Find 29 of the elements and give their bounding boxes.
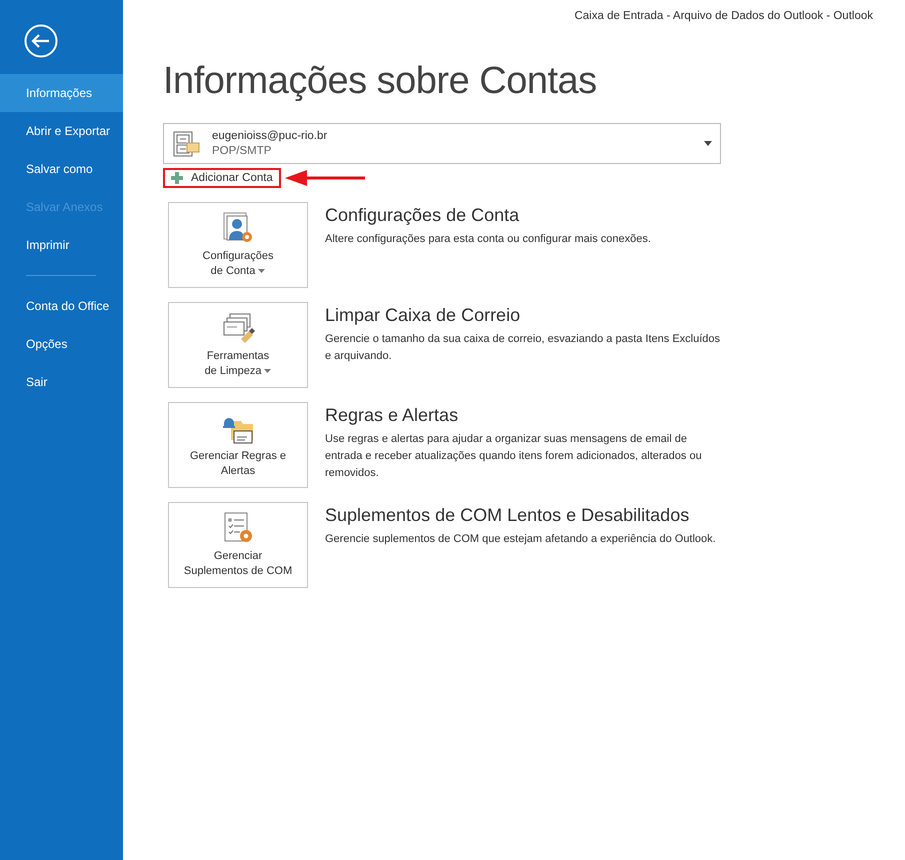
- account-dropdown[interactable]: eugenioiss@puc-rio.br POP/SMTP: [163, 123, 721, 164]
- back-button[interactable]: [24, 24, 58, 58]
- add-account-button[interactable]: Adicionar Conta: [163, 168, 281, 188]
- sidebar-item[interactable]: Conta do Office: [0, 287, 123, 325]
- section-description: Use regras e alertas para ajudar a organizar suas mensagens de email de entrada e receber atualizações quando itens forem adicionados, alterados ou removidos.: [325, 432, 703, 481]
- section-description: Gerencie o tamanho da sua caixa de correio, esvaziando a pasta Itens Excluídos e arquivando.: [325, 332, 720, 364]
- window-title: Caixa de Entrada - Arquivo de Dados do Outlook - Outlook: [574, 10, 873, 22]
- tile-button[interactable]: Gerenciar Regras e Alertas: [168, 402, 308, 488]
- sidebar-item[interactable]: Imprimir: [0, 226, 123, 264]
- envelope-brush-icon: [221, 311, 255, 345]
- tile-button[interactable]: Ferramentas de Limpeza: [168, 302, 308, 388]
- caret-icon: [704, 141, 712, 146]
- section-heading: Configurações de Conta: [325, 205, 520, 226]
- plus-icon: [171, 172, 183, 184]
- sidebar-item[interactable]: Opções: [0, 325, 123, 363]
- section-description: Altere configurações para esta conta ou configurar mais conexões.: [325, 232, 652, 247]
- section-heading: Limpar Caixa de Correio: [325, 305, 522, 326]
- section-heading: Regras e Alertas: [325, 405, 460, 426]
- section-heading: Suplementos de COM Lentos e Desabilitados: [325, 505, 690, 526]
- sidebar-item[interactable]: Abrir e Exportar: [0, 112, 123, 150]
- tile-button[interactable]: Gerenciar Suplementos de COM: [168, 502, 308, 588]
- mailbox-icon: [172, 130, 200, 158]
- sidebar-item[interactable]: Informações: [0, 74, 123, 112]
- section-description: Gerencie suplementos de COM que estejam afetando a experiência do Outlook.: [325, 532, 717, 547]
- page-heading: Informações sobre Contas: [163, 60, 598, 103]
- sidebar-item[interactable]: Salvar como: [0, 150, 123, 188]
- tile-button[interactable]: Configurações de Conta: [168, 202, 308, 288]
- sidebar-item[interactable]: Sair: [0, 363, 123, 401]
- person-gear-icon: [221, 211, 255, 245]
